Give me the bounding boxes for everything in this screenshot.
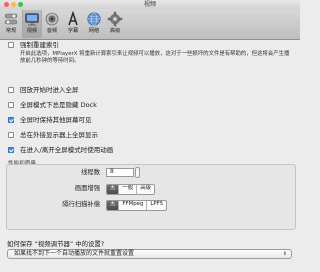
fullscreen-on-start-checkbox[interactable] bbox=[8, 87, 14, 93]
rebuild-index-checkbox[interactable] bbox=[8, 42, 14, 48]
monitor-icon bbox=[25, 13, 39, 26]
tab-network[interactable]: 网络 bbox=[85, 10, 103, 38]
keep-other-screens-checkbox[interactable] bbox=[8, 117, 14, 123]
threads-input[interactable]: 8 bbox=[106, 168, 134, 177]
tab-general[interactable]: 常规 bbox=[2, 10, 20, 38]
tab-subtitle-label: 字幕 bbox=[67, 28, 79, 34]
tab-video[interactable]: 视频 bbox=[22, 10, 42, 38]
tab-network-label: 网络 bbox=[88, 28, 100, 34]
external-display-label: 总在外接显示器上全屏显示 bbox=[20, 131, 98, 139]
external-display-checkbox[interactable] bbox=[8, 132, 14, 138]
tab-general-label: 常规 bbox=[5, 28, 17, 34]
tab-audio[interactable]: 音频 bbox=[43, 10, 61, 38]
threads-stepper[interactable] bbox=[135, 167, 140, 178]
hide-dock-label: 全屏模式下总是隐藏 Dock bbox=[20, 101, 97, 109]
gear-icon bbox=[107, 11, 123, 27]
rebuild-index-label: 强制重建索引 bbox=[20, 41, 59, 49]
interlace-label: 隔行扫描补偿 bbox=[62, 201, 100, 208]
save-settings-dropdown[interactable]: 如果找不到下一个自动播放的文件就重置设置 ⇕ bbox=[7, 249, 292, 259]
rebuild-index-description: 开启此选项，MPlayerX 将重新计算索引来让视频可以播放，这对于一些损坏的文… bbox=[20, 51, 290, 64]
keep-other-screens-label: 全屏时保持其他屏幕可见 bbox=[20, 116, 92, 124]
tab-advanced-label: 高级 bbox=[109, 28, 121, 34]
tab-subtitle[interactable]: 字幕 bbox=[64, 10, 82, 38]
fullscreen-animation-checkbox[interactable] bbox=[8, 147, 14, 153]
window-title: 视频 bbox=[143, 1, 156, 8]
fullscreen-on-start-label: 回放开始时进入全屏 bbox=[20, 86, 79, 94]
switch-icon bbox=[4, 13, 18, 25]
interlace-option-lpf5[interactable]: LPF5 bbox=[147, 201, 166, 210]
save-settings-question: 如何保存 “视频调节器” 中的设置? bbox=[7, 240, 105, 248]
enhance-label: 画面增强 bbox=[74, 185, 100, 192]
title-bar: 视频 bbox=[0, 0, 300, 9]
tab-video-label: 视频 bbox=[26, 28, 38, 34]
threads-label: 线程数 bbox=[81, 169, 100, 176]
enhance-option-none[interactable]: 无 bbox=[107, 185, 120, 194]
tab-audio-label: 音频 bbox=[46, 28, 58, 34]
save-settings-selected: 如果找不到下一个自动播放的文件就重置设置 bbox=[14, 250, 135, 257]
hide-dock-checkbox[interactable] bbox=[8, 102, 14, 108]
tab-advanced[interactable]: 高级 bbox=[106, 10, 124, 38]
interlace-segmented-control[interactable]: 无 FFMpeg LPF5 bbox=[106, 200, 168, 211]
speaker-icon bbox=[45, 12, 59, 26]
updown-arrows-icon: ⇕ bbox=[282, 251, 287, 257]
fullscreen-animation-label: 在进入/离开全屏模式时使用动画 bbox=[20, 146, 114, 154]
globe-icon bbox=[87, 12, 101, 26]
interlace-option-ffmpeg[interactable]: FFMpeg bbox=[119, 201, 148, 210]
enhance-option-advanced[interactable]: 高级 bbox=[137, 185, 154, 194]
font-a-icon bbox=[68, 11, 78, 26]
enhance-option-normal[interactable]: 一般 bbox=[119, 185, 138, 194]
enhance-segmented-control[interactable]: 无 一般 高级 bbox=[106, 184, 155, 195]
preferences-toolbar: 常规 视频 音频 字幕 网络 高级 bbox=[0, 9, 300, 40]
interlace-option-none[interactable]: 无 bbox=[107, 201, 120, 210]
